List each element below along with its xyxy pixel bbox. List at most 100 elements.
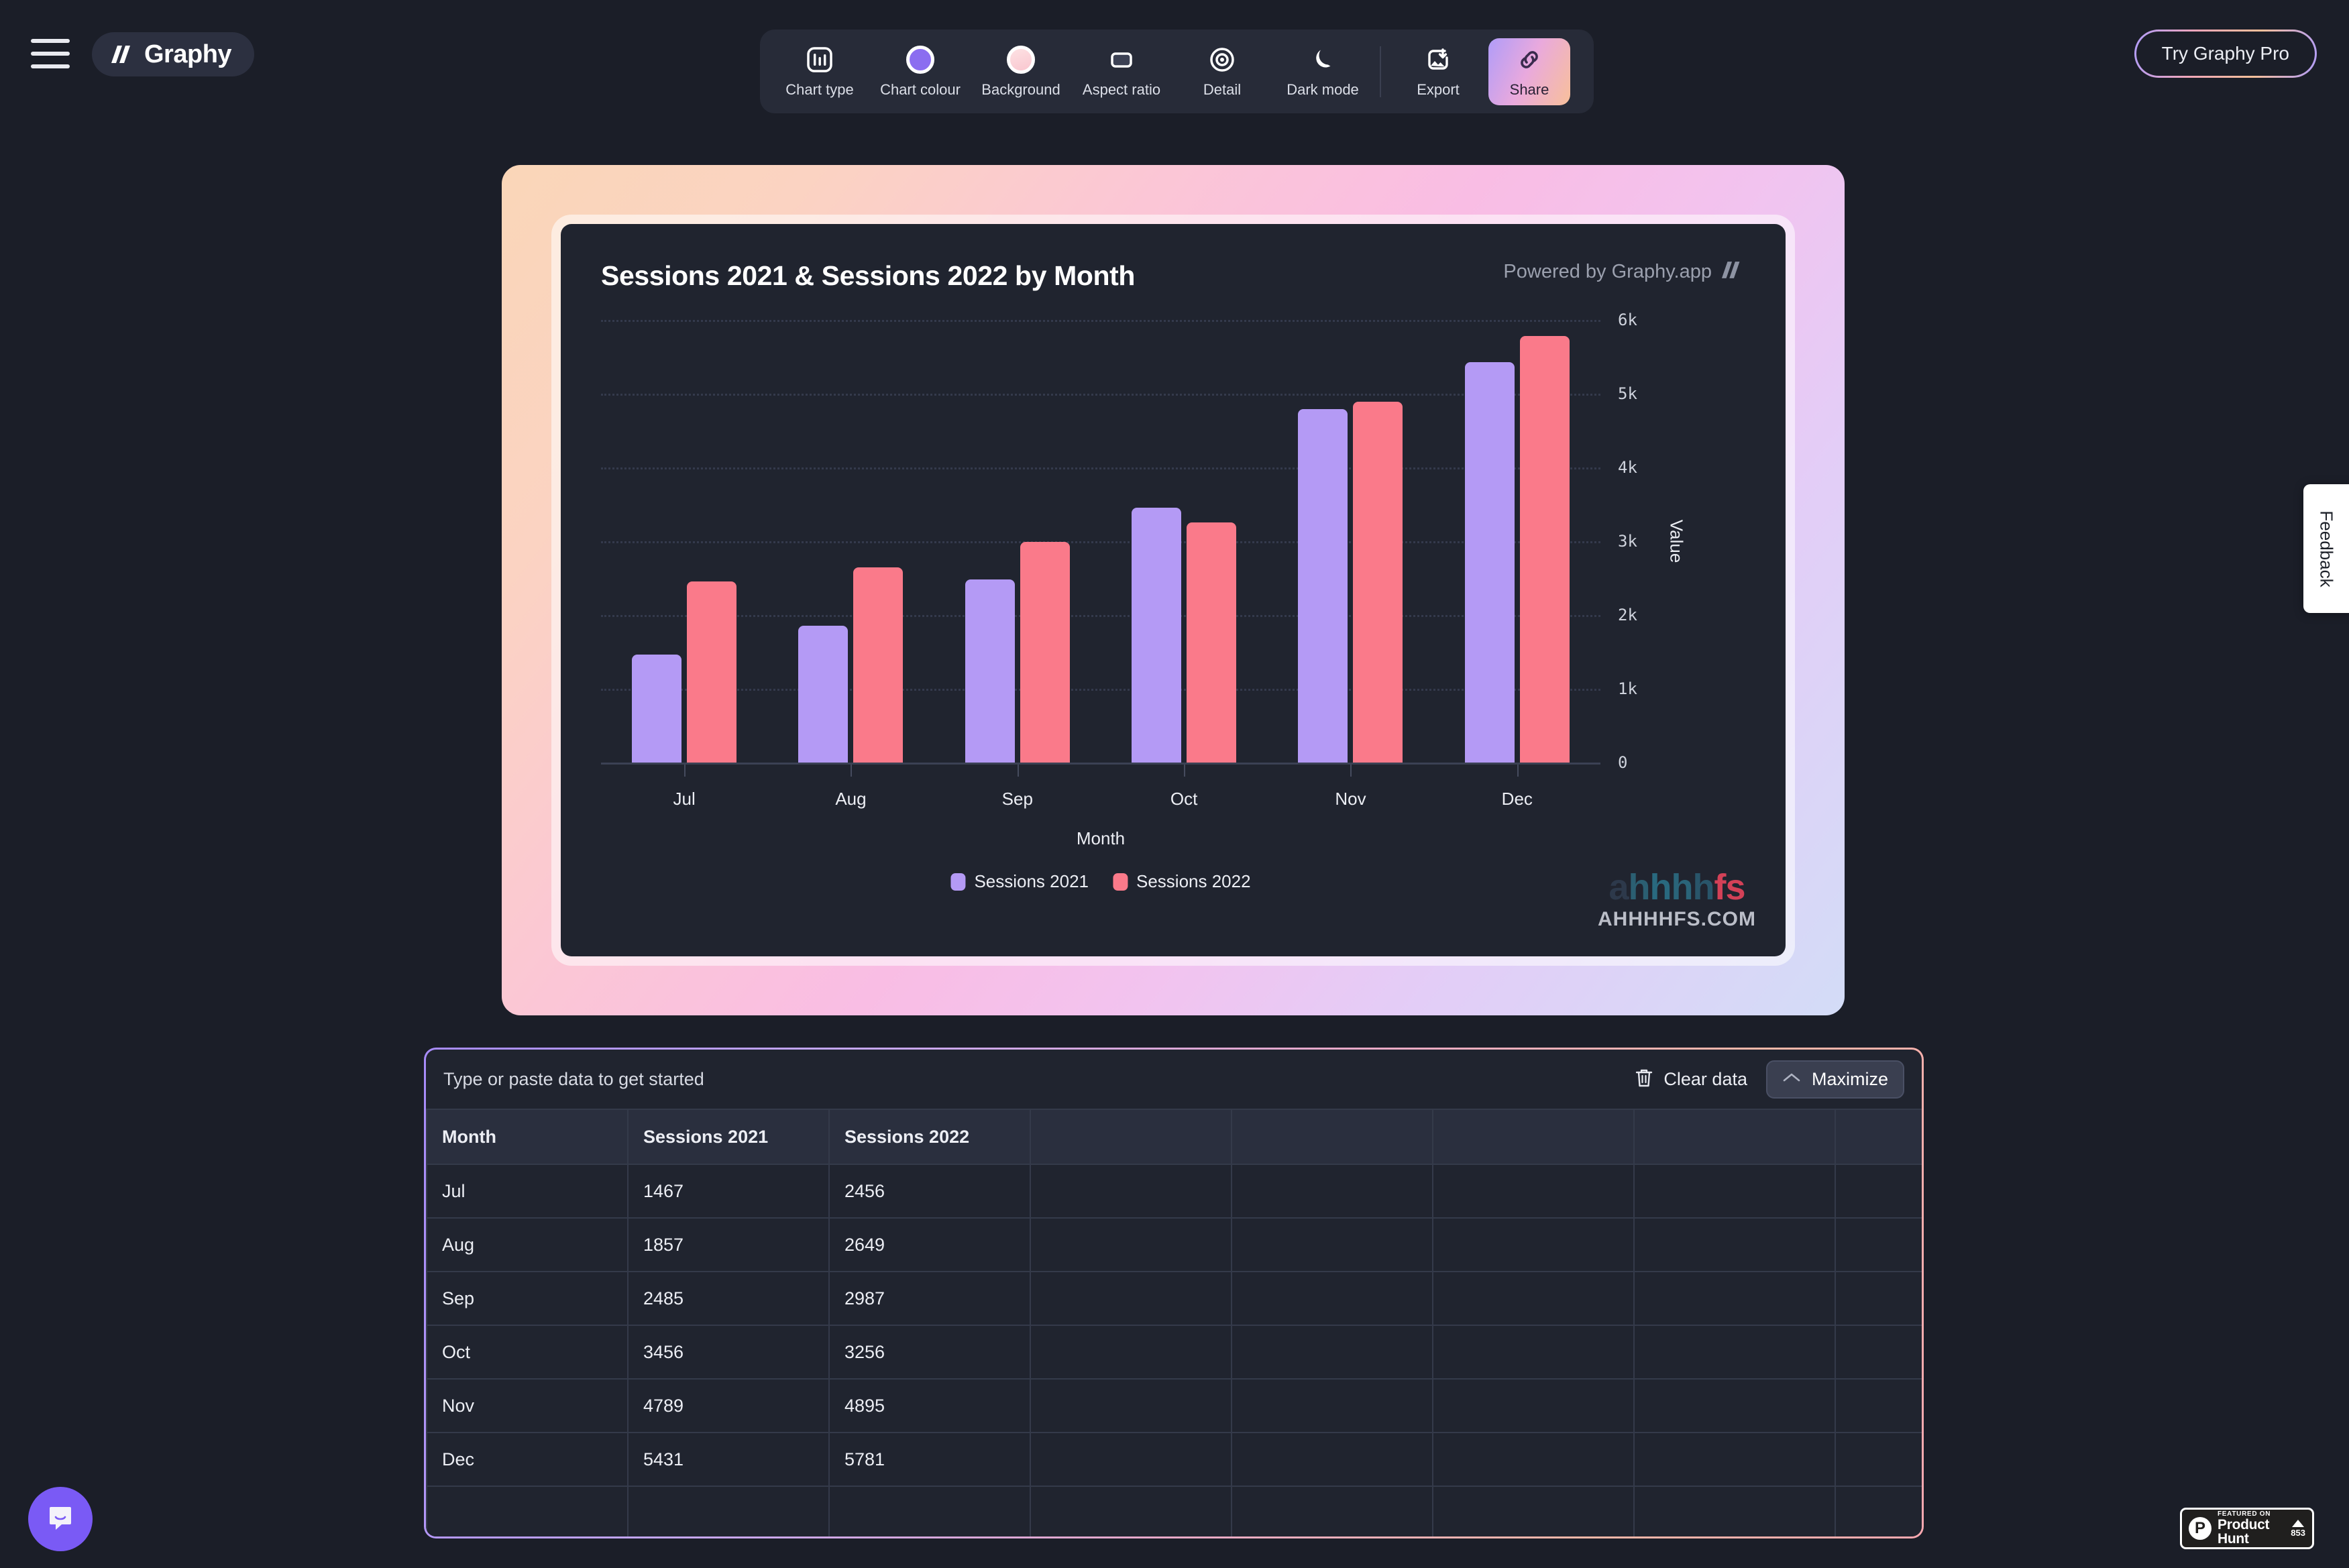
chat-bubble-button[interactable] (28, 1487, 93, 1551)
table-cell[interactable]: 4789 (627, 1378, 830, 1433)
table-cell[interactable]: 4895 (828, 1378, 1031, 1433)
bar-sep-series-2[interactable] (1020, 542, 1070, 763)
table-cell[interactable] (1432, 1217, 1635, 1272)
table-cell[interactable]: 5781 (828, 1432, 1031, 1487)
table-cell[interactable] (1633, 1164, 1836, 1219)
try-pro-label: Try Graphy Pro (2161, 43, 2289, 64)
table-cell[interactable] (1030, 1432, 1232, 1487)
table-cell[interactable]: Nov (426, 1378, 629, 1433)
table-cell[interactable] (1633, 1486, 1836, 1536)
table-cell[interactable]: Dec (426, 1432, 629, 1487)
table-cell[interactable] (1835, 1271, 1922, 1326)
table-cell[interactable] (1432, 1378, 1635, 1433)
toolbar-dark-mode[interactable]: Dark mode (1272, 30, 1373, 113)
table-cell[interactable] (1432, 1486, 1635, 1536)
toolbar-export[interactable]: Export (1388, 30, 1488, 113)
table-cell[interactable]: 2485 (627, 1271, 830, 1326)
table-cell[interactable]: Aug (426, 1217, 629, 1272)
table-cell[interactable] (1231, 1378, 1433, 1433)
product-hunt-badge[interactable]: P FEATURED ON Product Hunt 853 (2180, 1508, 2314, 1549)
table-cell[interactable]: 2649 (828, 1217, 1031, 1272)
clear-data-button[interactable]: Clear data (1625, 1060, 1757, 1099)
table-header-empty[interactable] (1633, 1109, 1836, 1165)
bar-sep-series-1[interactable] (965, 579, 1015, 763)
toolbar-background[interactable]: Background (971, 30, 1071, 113)
legend-item-sessions-2021[interactable]: Sessions 2021 (950, 871, 1089, 892)
table-header-empty[interactable] (1231, 1109, 1433, 1165)
powered-by-graphy[interactable]: Powered by Graphy.app (1503, 260, 1745, 283)
table-cell[interactable]: Jul (426, 1164, 629, 1219)
x-tick-label: Jul (617, 765, 751, 809)
legend-item-sessions-2022[interactable]: Sessions 2022 (1113, 871, 1251, 892)
table-cell[interactable] (1835, 1325, 1922, 1380)
table-cell[interactable] (1231, 1164, 1433, 1219)
bar-nov-series-2[interactable] (1353, 401, 1403, 763)
table-cell[interactable] (1231, 1271, 1433, 1326)
table-cell[interactable] (1432, 1271, 1635, 1326)
y-tick-label: 6k (1618, 311, 1637, 329)
table-cell[interactable] (1030, 1271, 1232, 1326)
table-cell[interactable] (828, 1486, 1031, 1536)
table-header-empty[interactable] (1432, 1109, 1635, 1165)
table-cell[interactable]: Oct (426, 1325, 629, 1380)
table-cell[interactable] (1432, 1164, 1635, 1219)
table-cell[interactable] (1030, 1378, 1232, 1433)
try-graphy-pro-button[interactable]: Try Graphy Pro (2134, 30, 2317, 78)
bar-nov-series-1[interactable] (1298, 409, 1348, 763)
table-cell[interactable] (1835, 1217, 1922, 1272)
table-header-empty[interactable] (1835, 1109, 1922, 1165)
table-cell[interactable] (1231, 1432, 1433, 1487)
table-cell[interactable] (1432, 1432, 1635, 1487)
bar-oct-series-2[interactable] (1187, 522, 1237, 763)
bar-jul-series-2[interactable] (687, 581, 737, 763)
maximize-button[interactable]: Maximize (1765, 1060, 1904, 1099)
table-cell[interactable] (1231, 1486, 1433, 1536)
table-cell[interactable] (1030, 1164, 1232, 1219)
table-cell[interactable] (1633, 1271, 1836, 1326)
table-cell[interactable]: Sep (426, 1271, 629, 1326)
table-cell[interactable] (1633, 1378, 1836, 1433)
data-table[interactable]: Month Sessions 2021 Sessions 2022 Jul 1467 2… (426, 1109, 1922, 1536)
toolbar-chart-colour[interactable]: Chart colour (870, 30, 971, 113)
table-cell[interactable] (426, 1486, 629, 1536)
table-cell[interactable] (1633, 1325, 1836, 1380)
hamburger-menu-icon[interactable] (31, 39, 70, 68)
table-header-sessions-2022[interactable]: Sessions 2022 (828, 1109, 1031, 1165)
table-header-empty[interactable] (1030, 1109, 1232, 1165)
bar-oct-series-1[interactable] (1132, 507, 1182, 763)
table-cell[interactable]: 2456 (828, 1164, 1031, 1219)
graphy-logo[interactable]: Graphy (92, 32, 255, 76)
feedback-tab[interactable]: Feedback (2303, 484, 2349, 613)
table-cell[interactable] (1633, 1432, 1836, 1487)
table-cell[interactable] (1633, 1217, 1836, 1272)
table-cell[interactable] (1835, 1378, 1922, 1433)
table-header-month[interactable]: Month (426, 1109, 629, 1165)
bar-aug-series-2[interactable] (853, 567, 904, 763)
toolbar-aspect-ratio[interactable]: Aspect ratio (1071, 30, 1172, 113)
table-cell[interactable] (1231, 1217, 1433, 1272)
bar-aug-series-1[interactable] (798, 625, 849, 763)
table-cell[interactable] (1835, 1164, 1922, 1219)
table-cell[interactable]: 5431 (627, 1432, 830, 1487)
table-cell[interactable]: 1467 (627, 1164, 830, 1219)
table-cell[interactable] (627, 1486, 830, 1536)
table-cell[interactable] (1835, 1486, 1922, 1536)
table-cell[interactable] (1835, 1432, 1922, 1487)
table-cell[interactable]: 3456 (627, 1325, 830, 1380)
bar-dec-series-2[interactable] (1519, 336, 1570, 763)
table-cell[interactable] (1030, 1217, 1232, 1272)
toolbar-share[interactable]: Share (1488, 38, 1570, 105)
bar-dec-series-1[interactable] (1464, 361, 1515, 763)
toolbar-chart-type[interactable]: Chart type (769, 30, 870, 113)
bar-jul-series-1[interactable] (632, 654, 682, 763)
table-cell[interactable] (1432, 1325, 1635, 1380)
table-cell[interactable] (1030, 1325, 1232, 1380)
y-tick-label: 3k (1618, 532, 1637, 551)
table-cell[interactable]: 3256 (828, 1325, 1031, 1380)
table-cell[interactable] (1030, 1486, 1232, 1536)
table-header-sessions-2021[interactable]: Sessions 2021 (627, 1109, 830, 1165)
table-cell[interactable]: 1857 (627, 1217, 830, 1272)
toolbar-detail[interactable]: Detail (1172, 30, 1272, 113)
table-cell[interactable] (1231, 1325, 1433, 1380)
table-cell[interactable]: 2987 (828, 1271, 1031, 1326)
